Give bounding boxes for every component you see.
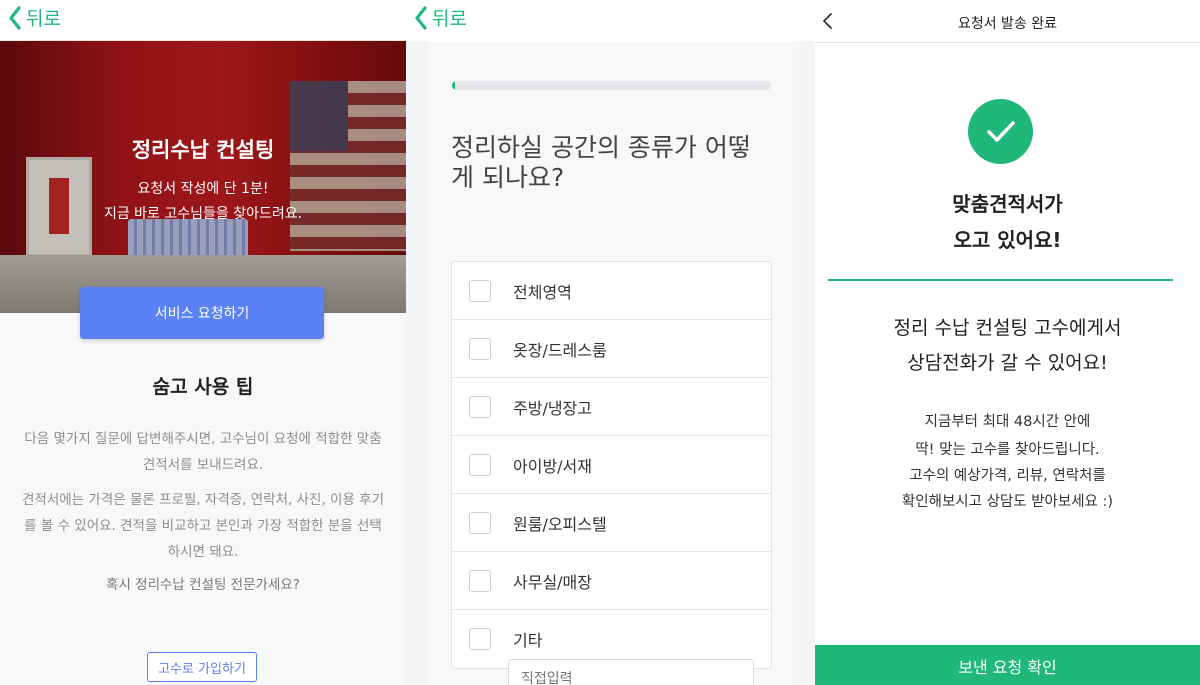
checkbox[interactable]	[469, 279, 491, 302]
direct-input-field[interactable]	[508, 659, 754, 685]
option-label: 아이방/서재	[513, 456, 592, 476]
option-item[interactable]: 전체영역	[452, 262, 771, 320]
description-line-2: 딱! 맞는 고수를 찾아드립니다.	[915, 442, 1100, 458]
top-nav-bar: 뒤로	[406, 0, 815, 41]
service-intro-panel: 뒤로 정리수납 컨설팅 요청서 작성에 단 1분! 지금 바로 고수님들을 찾아…	[0, 0, 406, 685]
option-label: 옷장/드레스룸	[513, 340, 607, 360]
option-label: 원룸/오피스텔	[513, 514, 607, 534]
chevron-left-icon	[9, 5, 21, 30]
check-icon	[986, 120, 1015, 142]
description-line-3: 고수의 예상가격, 리뷰, 연락처를	[909, 468, 1106, 484]
view-sent-request-button[interactable]: 보낸 요청 확인	[815, 645, 1200, 685]
checkbox[interactable]	[469, 453, 491, 476]
pro-question-text: 혹시 정리수납 컨설팅 전문가세요?	[106, 577, 300, 593]
description-line-1: 지금부터 최대 48시간 안에	[924, 414, 1091, 430]
back-button[interactable]: 뒤로	[414, 4, 467, 31]
progress-fill	[452, 81, 456, 90]
back-label: 뒤로	[432, 8, 467, 30]
progress-bar	[452, 81, 771, 90]
question-title: 정리하실 공간의 종류가 어떻게 되나요?	[451, 133, 751, 192]
option-label: 사무실/매장	[513, 572, 592, 592]
checkbox[interactable]	[469, 511, 491, 534]
option-label: 전체영역	[513, 282, 572, 302]
option-label: 기타	[513, 631, 543, 650]
option-item[interactable]: 옷장/드레스룸	[452, 320, 771, 378]
option-item[interactable]: 사무실/매장	[452, 552, 771, 610]
checkbox[interactable]	[469, 569, 491, 592]
option-item[interactable]: 원룸/오피스텔	[452, 494, 771, 552]
success-badge	[968, 99, 1033, 164]
top-nav-bar: 요청서 발송 완료	[815, 0, 1200, 43]
back-label: 뒤로	[26, 8, 61, 30]
divider	[828, 279, 1173, 281]
checkbox[interactable]	[469, 395, 491, 418]
request-service-button[interactable]: 서비스 요청하기	[80, 287, 324, 339]
tips-paragraph-1: 다음 몇가지 질문에 답변해주시면, 고수님이 요청에 적합한 맞춤 견적서를 …	[24, 431, 382, 473]
hero-subtitle-2: 지금 바로 고수님들을 찾아드려요.	[103, 206, 303, 222]
headline-line-2: 오고 있어요!	[953, 228, 1062, 252]
chevron-left-icon	[415, 5, 427, 30]
option-list: 전체영역 옷장/드레스룸 주방/냉장고 아이방/서재 원룸/오피스텔 사무실/매…	[451, 261, 772, 669]
tips-title: 숨고 사용 팁	[152, 376, 254, 398]
checkbox[interactable]	[469, 337, 491, 360]
pro-signup-button[interactable]: 고수로 가입하기	[147, 652, 257, 682]
option-item[interactable]: 아이방/서재	[452, 436, 771, 494]
checkbox[interactable]	[469, 628, 491, 650]
subheadline-line-2: 상담전화가 갈 수 있어요!	[907, 352, 1108, 374]
headline-line-1: 맞춤견적서가	[952, 192, 1063, 216]
back-button[interactable]: 뒤로	[8, 4, 61, 31]
option-label: 주방/냉장고	[513, 398, 592, 418]
hero-title: 정리수납 컨설팅	[131, 138, 275, 162]
option-item[interactable]: 주방/냉장고	[452, 378, 771, 436]
hero-subtitle-1: 요청서 작성에 단 1분!	[137, 181, 269, 197]
request-complete-panel: 요청서 발송 완료 맞춤견적서가 오고 있어요! 정리 수납 컨설팅 고수에게서…	[815, 0, 1200, 685]
subheadline-line-1: 정리 수납 컨설팅 고수에게서	[893, 317, 1122, 339]
tips-paragraph-2: 견적서에는 가격은 물론 프로필, 자격증, 연락처, 사진, 이용 후기를 볼…	[22, 492, 384, 560]
description-line-4: 확인해보시고 상담도 받아보세요 :)	[901, 494, 1114, 510]
page-title: 요청서 발송 완료	[957, 16, 1058, 32]
question-panel: 뒤로 정리하실 공간의 종류가 어떻게 되나요? 전체영역 옷장/드레스룸 주방…	[406, 0, 815, 685]
hero-banner: 정리수납 컨설팅 요청서 작성에 단 1분! 지금 바로 고수님들을 찾아드려요…	[0, 41, 406, 313]
top-nav-bar: 뒤로	[0, 0, 406, 41]
